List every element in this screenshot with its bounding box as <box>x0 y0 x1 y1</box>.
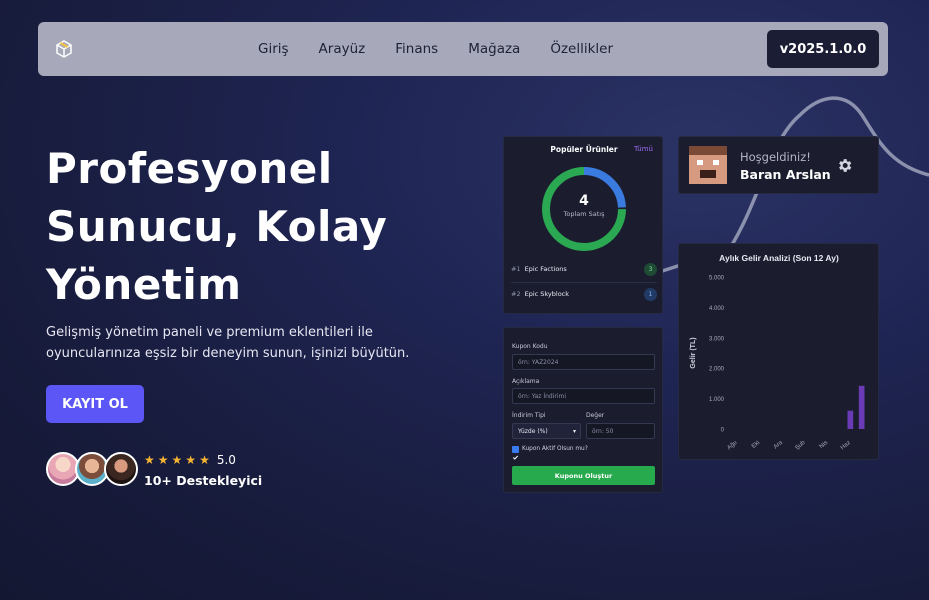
create-coupon-button[interactable]: Kuponu Oluştur <box>512 466 655 485</box>
star-icon: ★ <box>171 453 183 467</box>
discount-type-value: Yüzde (%) <box>518 427 548 435</box>
hero-description: Gelişmiş yönetim paneli ve premium eklen… <box>46 325 410 361</box>
avatar <box>689 146 727 184</box>
list-item[interactable]: #1 Epic Factions 3 <box>511 261 657 277</box>
hero-title-line-3: Yönetim <box>46 260 242 309</box>
sales-donut-chart <box>542 167 626 251</box>
welcome-greeting: Hoşgeldiniz! <box>740 150 811 164</box>
hero-title-line-1: Profesyonel <box>46 144 333 193</box>
value-input[interactable]: örn: 50 <box>586 423 655 439</box>
product-rank: #2 <box>511 290 521 298</box>
nav-link-ozellikler[interactable]: Özellikler <box>550 41 613 57</box>
cube-logo-icon[interactable] <box>54 39 74 59</box>
bar <box>847 410 854 429</box>
discount-type-select[interactable]: Yüzde (%) ▾ <box>512 423 581 439</box>
divider <box>511 282 657 283</box>
gear-icon[interactable] <box>836 157 853 174</box>
product-count-badge: 1 <box>644 287 657 301</box>
hero-title-line-2: Sunucu, Kolay <box>46 202 388 251</box>
total-sales-value: 4 <box>579 193 589 209</box>
y-tick-label: 0 <box>721 428 725 434</box>
chevron-down-icon: ▾ <box>572 427 576 435</box>
x-tick-label: Ağu <box>726 440 738 451</box>
nav-link-giris[interactable]: Giriş <box>258 41 289 57</box>
user-name: Baran Arslan <box>740 167 831 182</box>
view-all-link[interactable]: Tümü <box>634 145 653 153</box>
y-tick-label: 2.000 <box>709 367 725 373</box>
coupon-form-card: Kupon Kodu örn: YAZ2024 Açıklama örn: Ya… <box>503 327 663 493</box>
bar <box>858 385 865 429</box>
x-tick-label: Ara <box>773 440 785 451</box>
revenue-chart: Aylık Gelir Analizi (Son 12 Ay) Gelir (TL… <box>690 253 865 452</box>
hero-title: Profesyonel Sunucu, Kolay Yönetim <box>46 140 486 314</box>
nav-links: Giriş Arayüz Finans Mağaza Özellikler <box>258 22 613 76</box>
star-icon: ★ <box>144 453 155 467</box>
register-button[interactable]: KAYIT OL <box>46 385 144 423</box>
product-name: Epic Skyblock <box>524 290 570 298</box>
supporters-count: 10+ Destekleyici <box>144 473 263 488</box>
product-count-badge: 3 <box>644 262 657 276</box>
list-item[interactable]: #2 Epic Skyblock 1 <box>511 286 657 302</box>
active-checkbox[interactable] <box>512 446 519 460</box>
revenue-chart-card: Aylık Gelir Analizi (Son 12 Ay) Gelir (TL… <box>678 243 879 460</box>
rating-stars: ★ ★ ★ ★ ★ 5.0 <box>144 453 236 467</box>
description-label: Açıklama <box>512 378 540 385</box>
version-button[interactable]: v2025.1.0.0 <box>767 30 879 68</box>
x-tick-label: Nis <box>819 440 829 450</box>
navbar: Giriş Arayüz Finans Mağaza Özellikler v2… <box>38 22 888 76</box>
y-tick-label: 3.000 <box>709 336 725 342</box>
value-label: Değer <box>586 412 605 419</box>
chart-title: Aylık Gelir Analizi (Son 12 Ay) <box>719 253 839 263</box>
product-rank: #1 <box>511 265 521 273</box>
popular-products-card: Popüler Ürünler Tümü 4 Toplam Satış #1 E… <box>503 136 663 314</box>
y-axis-label: Gelir (TL) <box>690 337 697 368</box>
star-icon: ★ <box>185 453 197 467</box>
y-tick-label: 5.000 <box>709 276 725 282</box>
nav-link-arayuz[interactable]: Arayüz <box>319 41 366 57</box>
y-tick-label: 1.000 <box>709 397 725 403</box>
x-tick-label: Eki <box>751 440 761 450</box>
discount-type-label: İndirim Tipi <box>512 412 546 419</box>
product-name: Epic Factions <box>524 265 567 273</box>
nav-link-magaza[interactable]: Mağaza <box>468 41 520 57</box>
description-input[interactable]: örn: Yaz İndirimi <box>512 388 655 404</box>
star-icon: ★ <box>157 453 169 467</box>
x-tick-label: Haz <box>840 440 852 451</box>
y-tick-label: 4.000 <box>709 306 725 312</box>
star-icon: ★ <box>199 453 210 467</box>
welcome-card: Hoşgeldiniz! Baran Arslan <box>678 136 879 194</box>
coupon-code-label: Kupon Kodu <box>512 343 548 350</box>
active-checkbox-label: Kupon Aktif Olsun mu? <box>522 446 588 452</box>
total-sales-label: Toplam Satış <box>563 210 605 218</box>
x-tick-label: Şub <box>794 440 807 452</box>
rating-value: 5.0 <box>216 453 236 467</box>
avatar <box>104 452 138 486</box>
nav-link-finans[interactable]: Finans <box>395 41 438 57</box>
coupon-code-input[interactable]: örn: YAZ2024 <box>512 354 655 370</box>
